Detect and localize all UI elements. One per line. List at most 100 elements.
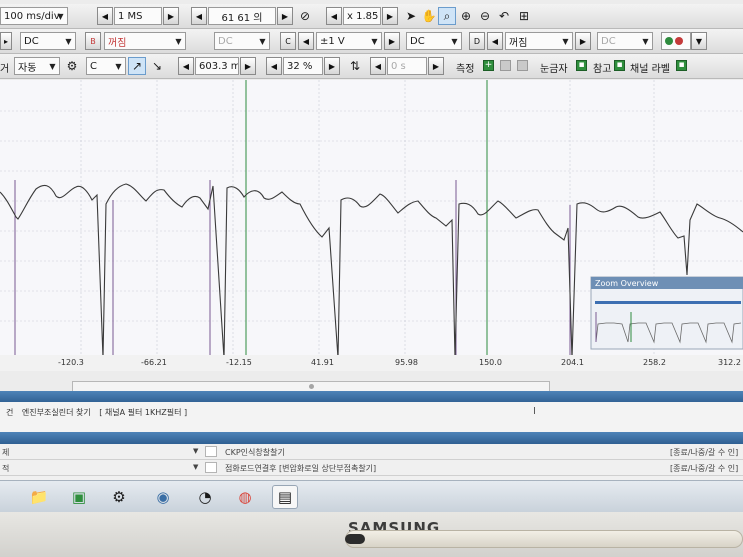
channel-d-state-value: 꺼짐 — [509, 37, 528, 49]
trigger-level-prev-button[interactable]: ◀ — [178, 57, 194, 75]
toolbar-channels: ▸ DC ▼ B 꺼짐 ▼ DC ▼ C ◀ ±1 V ▼ ▶ DC ▼ D ◀… — [0, 29, 743, 54]
chevron-down-icon: ▼ — [371, 36, 378, 46]
task-checkbox[interactable] — [205, 462, 217, 473]
info-note: [ 채널A 필터 1KHZ필터 ] — [99, 408, 188, 417]
task-text: CKP인식창찰찰기 — [225, 448, 285, 457]
axis-tick-label: 312.2 — [718, 358, 741, 367]
task-list: 제 ▼ CKP인식창찰찰기 [종료/나중/갈 수 인] 적 ▼ 점화로드연결후 … — [0, 444, 743, 480]
channel-b-range-select[interactable]: 꺼짐 ▼ — [104, 32, 186, 50]
ruler-label: 눈금자 — [540, 64, 568, 75]
channel-d-prev-button[interactable]: ◀ — [487, 32, 503, 50]
pretrigger-field[interactable]: 32 % — [283, 57, 323, 75]
frame-prev-button[interactable]: ◀ — [191, 7, 207, 25]
channel-d-range-select[interactable]: 꺼짐 ▼ — [505, 32, 573, 50]
pointer-icon[interactable]: ➤ — [402, 7, 420, 25]
zoom-factor-value: x 1.85 — [347, 10, 379, 22]
add-measure-icon[interactable]: + — [483, 60, 494, 71]
zoom-factor-field[interactable]: x 1.85 — [343, 7, 381, 25]
channel-a-button[interactable]: ▸ — [0, 32, 12, 50]
trigger-channel-select[interactable]: C ▼ — [86, 57, 126, 75]
ruler-toggle-icon[interactable]: ▪ — [576, 60, 587, 71]
clock-app-icon[interactable]: ◉ — [150, 485, 176, 509]
task-checkbox[interactable] — [205, 446, 217, 457]
channel-d-next-button[interactable]: ▶ — [575, 32, 591, 50]
trigger-label: 거 — [0, 64, 10, 75]
channel-menu-button[interactable]: ▼ — [691, 32, 707, 50]
channel-d-button[interactable]: D — [469, 32, 485, 50]
trigger-channel-value: C — [90, 60, 97, 72]
task-text: 점화로드연결후 [변압화로일 상단부접촉찰기] — [225, 464, 377, 473]
delay-icon[interactable]: ⇅ — [346, 57, 364, 75]
scope-app-icon[interactable]: ▤ — [272, 485, 298, 509]
scope-display[interactable]: Zoom Overview — [0, 80, 743, 366]
zoom-overview-panel[interactable]: Zoom Overview — [590, 276, 743, 350]
channel-b-button[interactable]: B — [85, 32, 101, 50]
channel-c-range-select[interactable]: ±1 V ▼ — [316, 32, 382, 50]
time-div-select[interactable]: 100 ms/div ▼ — [0, 7, 68, 25]
frame-next-button[interactable]: ▶ — [277, 7, 293, 25]
channel-c-button[interactable]: C — [280, 32, 296, 50]
text-cursor-icon: I — [533, 406, 536, 417]
chevron-down-icon: ▼ — [193, 447, 199, 455]
task-status: [종료/나중/갈 수 인] — [670, 448, 739, 457]
channel-c-next-button[interactable]: ▶ — [384, 32, 400, 50]
zoom-overview-title: Zoom Overview — [595, 279, 659, 288]
axis-tick-label: 150.0 — [479, 358, 502, 367]
pretrigger-next-button[interactable]: ▶ — [324, 57, 340, 75]
channel-b-coupling-select[interactable]: DC ▼ — [214, 32, 270, 50]
gauge-app-icon[interactable]: ◔ — [192, 485, 218, 509]
taskbar: 📁 ▣ ⚙ ◉ ◔ ◍ ▤ — [0, 480, 743, 512]
excel-icon[interactable]: ▣ — [66, 485, 92, 509]
settings-app-icon[interactable]: ⚙ — [106, 485, 132, 509]
chevron-down-icon: ▼ — [259, 36, 266, 46]
record-prev-button[interactable]: ◀ — [97, 7, 113, 25]
compass-icon[interactable]: ⊘ — [296, 7, 314, 25]
task-status: [종료/나중/갈 수 인] — [670, 464, 739, 473]
channel-color-button[interactable] — [661, 32, 691, 50]
chevron-down-icon: ▼ — [642, 36, 649, 46]
axis-tick-label: 258.2 — [643, 358, 666, 367]
channel-label-toggle-icon[interactable]: ▪ — [676, 60, 687, 71]
channel-c-label: C — [285, 36, 291, 46]
zoom-box-icon[interactable]: ⌕ — [438, 7, 456, 25]
delay-field[interactable]: 0 s — [387, 57, 427, 75]
channel-c-coupling-select[interactable]: DC ▼ — [406, 32, 462, 50]
channel-b-label: B — [90, 36, 96, 46]
delay-prev-button[interactable]: ◀ — [370, 57, 386, 75]
undo-icon[interactable]: ↶ — [495, 7, 513, 25]
chrome-icon[interactable]: ◍ — [232, 485, 258, 509]
chevron-down-icon: ▼ — [49, 61, 56, 71]
hand-icon[interactable]: ✋ — [420, 7, 438, 25]
channel-a-coupling-select[interactable]: DC ▼ — [20, 32, 76, 50]
frame-counter-field[interactable]: 61 61 의 — [208, 7, 276, 25]
zoom-fit-icon[interactable]: ⊞ — [515, 7, 533, 25]
trigger-mode-select[interactable]: 자동 ▼ — [14, 57, 60, 75]
record-next-button[interactable]: ▶ — [163, 7, 179, 25]
chevron-down-icon: ▼ — [175, 36, 182, 46]
channel-b-coupling-value: DC — [218, 35, 233, 47]
zoom-next-button[interactable]: ▶ — [382, 7, 398, 25]
trigger-level-next-button[interactable]: ▶ — [240, 57, 256, 75]
trigger-advanced-icon[interactable]: ⚙ — [63, 57, 81, 75]
delete-measure-icon[interactable] — [517, 60, 528, 71]
channel-c-prev-button[interactable]: ◀ — [298, 32, 314, 50]
axis-tick-label: -120.3 — [58, 358, 84, 367]
zoom-in-icon[interactable]: ⊕ — [457, 7, 475, 25]
axis-tick-label: 204.1 — [561, 358, 584, 367]
edit-measure-icon[interactable] — [500, 60, 511, 71]
channel-d-coupling-select[interactable]: DC ▼ — [597, 32, 653, 50]
reference-toggle-icon[interactable]: ▪ — [614, 60, 625, 71]
delay-next-button[interactable]: ▶ — [428, 57, 444, 75]
chevron-down-icon: ▼ — [451, 36, 458, 46]
folder-icon[interactable]: 📁 — [26, 485, 52, 509]
trigger-level-field[interactable]: 603.3 mV — [195, 57, 239, 75]
rising-edge-icon[interactable]: ↗ — [128, 57, 146, 75]
scrollbar-thumb[interactable] — [309, 384, 314, 389]
falling-edge-icon[interactable]: ↘ — [148, 57, 166, 75]
pretrigger-prev-button[interactable]: ◀ — [266, 57, 282, 75]
record-interval-field[interactable]: 1 MS — [114, 7, 162, 25]
list-item[interactable]: 제 ▼ CKP인식창찰찰기 [종료/나중/갈 수 인] — [0, 444, 743, 460]
zoom-out-icon[interactable]: ⊖ — [476, 7, 494, 25]
zoom-prev-button[interactable]: ◀ — [326, 7, 342, 25]
list-item[interactable]: 적 ▼ 점화로드연결후 [변압화로일 상단부접촉찰기] [종료/나중/갈 수 인… — [0, 460, 743, 476]
